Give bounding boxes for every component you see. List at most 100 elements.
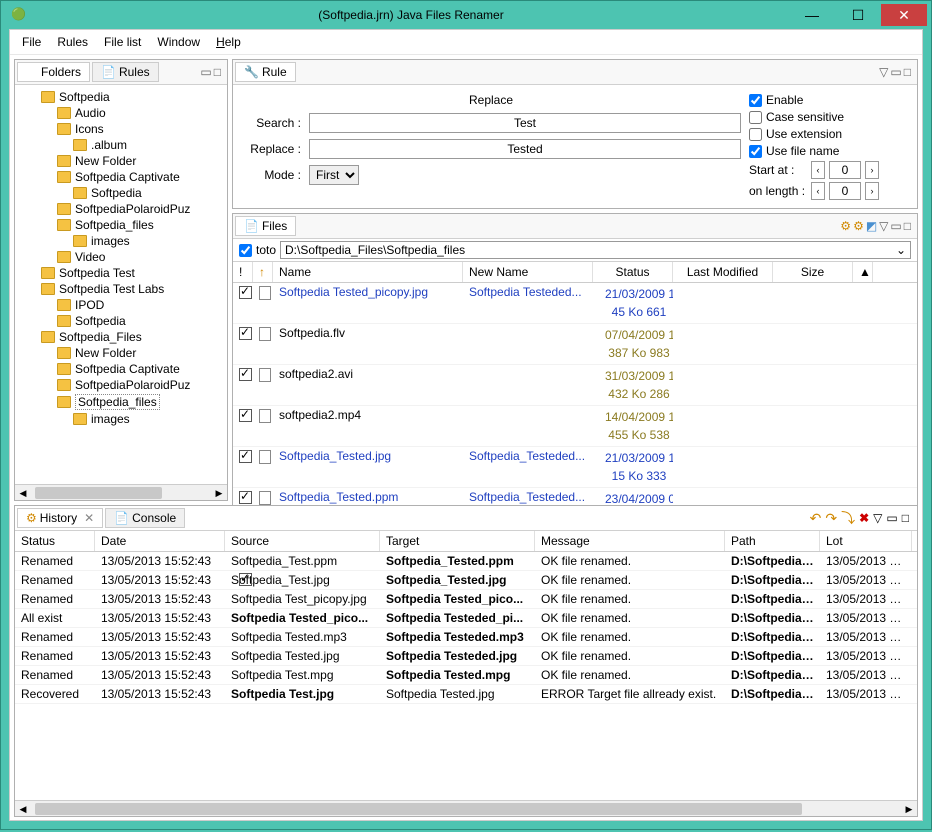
table-row[interactable]: softpedia2.mp414/04/2009 1...455 Ko 538 — [233, 406, 917, 447]
col-name[interactable]: Name — [273, 262, 463, 282]
row-checkbox[interactable] — [239, 450, 252, 463]
menu-help[interactable]: Help — [208, 32, 249, 52]
menu-window[interactable]: Window — [149, 32, 208, 52]
tree-item[interactable]: IPOD — [17, 297, 225, 313]
panel-menu-icon[interactable]: ▽ — [873, 511, 882, 525]
tree-item[interactable]: .album — [17, 137, 225, 153]
row-checkbox[interactable] — [239, 491, 252, 504]
col-sort[interactable]: ↑ — [253, 262, 273, 282]
table-row[interactable]: Renamed13/05/2013 15:52:43Softpedia_Test… — [15, 552, 917, 571]
toto-checkbox[interactable] — [239, 244, 252, 257]
replace-input[interactable] — [309, 139, 741, 159]
start-inc[interactable]: › — [865, 161, 879, 179]
ext-checkbox[interactable] — [749, 128, 762, 141]
table-row[interactable]: Renamed13/05/2013 15:52:43Softpedia Test… — [15, 647, 917, 666]
case-checkbox[interactable] — [749, 111, 762, 124]
gear-arrow-icon[interactable]: ⚙ — [853, 219, 864, 233]
menu-filelist[interactable]: File list — [96, 32, 149, 52]
tree-item[interactable]: Softpedia — [17, 185, 225, 201]
maximize-button[interactable]: ☐ — [835, 4, 881, 26]
col-status[interactable]: Status — [593, 262, 673, 282]
tree-item[interactable]: images — [17, 411, 225, 427]
tab-rule[interactable]: 🔧Rule — [235, 62, 296, 82]
tab-console[interactable]: 📄Console — [105, 508, 185, 528]
mode-select[interactable]: First — [309, 165, 359, 185]
redo-icon[interactable]: ↷ — [825, 510, 837, 527]
panel-max-icon[interactable]: □ — [904, 219, 911, 233]
menu-file[interactable]: File — [14, 32, 49, 52]
panel-menu-icon[interactable]: ▽ — [879, 219, 888, 233]
panel-menu-icon[interactable]: ▽ — [879, 65, 888, 79]
hcol-path[interactable]: Path — [725, 531, 820, 551]
hcol-message[interactable]: Message — [535, 531, 725, 551]
tree-item[interactable]: SoftpediaPolaroidPuz — [17, 201, 225, 217]
titlebar[interactable]: 🟢 (Softpedia.jrn) Java Files Renamer — ☐… — [1, 1, 931, 29]
toggle-icon[interactable]: ◩ — [866, 219, 877, 233]
col-caret[interactable]: ▲ — [853, 262, 873, 282]
col-newname[interactable]: New Name — [463, 262, 593, 282]
tab-folders[interactable]: Folders — [17, 62, 90, 82]
tab-rules[interactable]: 📄Rules — [92, 62, 159, 82]
panel-min-icon[interactable]: ▭ — [200, 65, 211, 79]
hcol-lot[interactable]: Lot — [820, 531, 912, 551]
enable-checkbox[interactable] — [749, 94, 762, 107]
path-combo[interactable]: D:\Softpedia_Files\Softpedia_files⌄ — [280, 241, 911, 259]
table-row[interactable]: All exist13/05/2013 15:52:43Softpedia Te… — [15, 609, 917, 628]
col-size[interactable]: Size — [773, 262, 853, 282]
down-arrow-icon[interactable]: ⤵ — [841, 508, 855, 528]
close-tab-icon[interactable]: ✕ — [84, 511, 94, 525]
len-inc[interactable]: › — [865, 182, 879, 200]
row-checkbox[interactable] — [239, 573, 252, 586]
folder-tree[interactable]: SoftpediaAudioIcons.albumNew FolderSoftp… — [15, 85, 227, 484]
scrollbar-horizontal[interactable]: ◀▶ — [15, 484, 227, 500]
menu-rules[interactable]: Rules — [49, 32, 96, 52]
close-button[interactable]: ✕ — [881, 4, 927, 26]
tab-files[interactable]: 📄Files — [235, 216, 296, 236]
tree-item[interactable]: Softpedia_Files — [17, 329, 225, 345]
table-row[interactable]: Renamed13/05/2013 15:52:43Softpedia Test… — [15, 590, 917, 609]
panel-min-icon[interactable]: ▭ — [890, 65, 901, 79]
panel-min-icon[interactable]: ▭ — [886, 511, 897, 525]
tree-item[interactable]: Icons — [17, 121, 225, 137]
table-row[interactable]: Renamed13/05/2013 15:52:43Softpedia_Test… — [15, 571, 917, 590]
tab-history[interactable]: ⚙History✕ — [17, 508, 103, 528]
tree-item[interactable]: Softpedia_files — [17, 217, 225, 233]
search-input[interactable] — [309, 113, 741, 133]
table-row[interactable]: softpedia2.avi31/03/2009 1...432 Ko 286 — [233, 365, 917, 406]
row-checkbox[interactable] — [239, 327, 252, 340]
hcol-target[interactable]: Target — [380, 531, 535, 551]
clear-icon[interactable]: ✖ — [859, 511, 869, 525]
scrollbar-horizontal[interactable]: ◀▶ — [15, 800, 917, 816]
start-dec[interactable]: ‹ — [811, 161, 825, 179]
table-row[interactable]: Softpedia_Tested.jpgSoftpedia_Testeded..… — [233, 447, 917, 488]
row-checkbox[interactable] — [239, 368, 252, 381]
table-row[interactable]: Renamed13/05/2013 15:52:43Softpedia Test… — [15, 628, 917, 647]
tree-item[interactable]: Audio — [17, 105, 225, 121]
tree-item[interactable]: Softpedia — [17, 313, 225, 329]
tree-item[interactable]: Softpedia Test Labs — [17, 281, 225, 297]
table-row[interactable]: Softpedia.flv07/04/2009 1...387 Ko 983 — [233, 324, 917, 365]
minimize-button[interactable]: — — [789, 4, 835, 26]
panel-max-icon[interactable]: □ — [902, 511, 909, 525]
row-checkbox[interactable] — [239, 409, 252, 422]
tree-item[interactable]: Softpedia Test — [17, 265, 225, 281]
start-value[interactable]: 0 — [829, 161, 861, 179]
panel-min-icon[interactable]: ▭ — [890, 219, 901, 233]
hcol-source[interactable]: Source — [225, 531, 380, 551]
panel-max-icon[interactable]: □ — [214, 65, 221, 79]
undo-icon[interactable]: ↶ — [810, 510, 822, 527]
table-row[interactable]: Recovered13/05/2013 15:52:43Softpedia Te… — [15, 685, 917, 704]
tree-item[interactable]: Softpedia_files — [17, 393, 225, 411]
table-row[interactable]: Softpedia Tested_picopy.jpgSoftpedia Tes… — [233, 283, 917, 324]
fname-checkbox[interactable] — [749, 145, 762, 158]
tree-item[interactable]: Video — [17, 249, 225, 265]
tree-item[interactable]: New Folder — [17, 153, 225, 169]
len-value[interactable]: 0 — [829, 182, 861, 200]
hcol-date[interactable]: Date — [95, 531, 225, 551]
tree-item[interactable]: Softpedia — [17, 89, 225, 105]
col-mark[interactable]: ! — [233, 262, 253, 282]
tree-item[interactable]: Softpedia Captivate — [17, 169, 225, 185]
panel-max-icon[interactable]: □ — [904, 65, 911, 79]
len-dec[interactable]: ‹ — [811, 182, 825, 200]
tree-item[interactable]: images — [17, 233, 225, 249]
